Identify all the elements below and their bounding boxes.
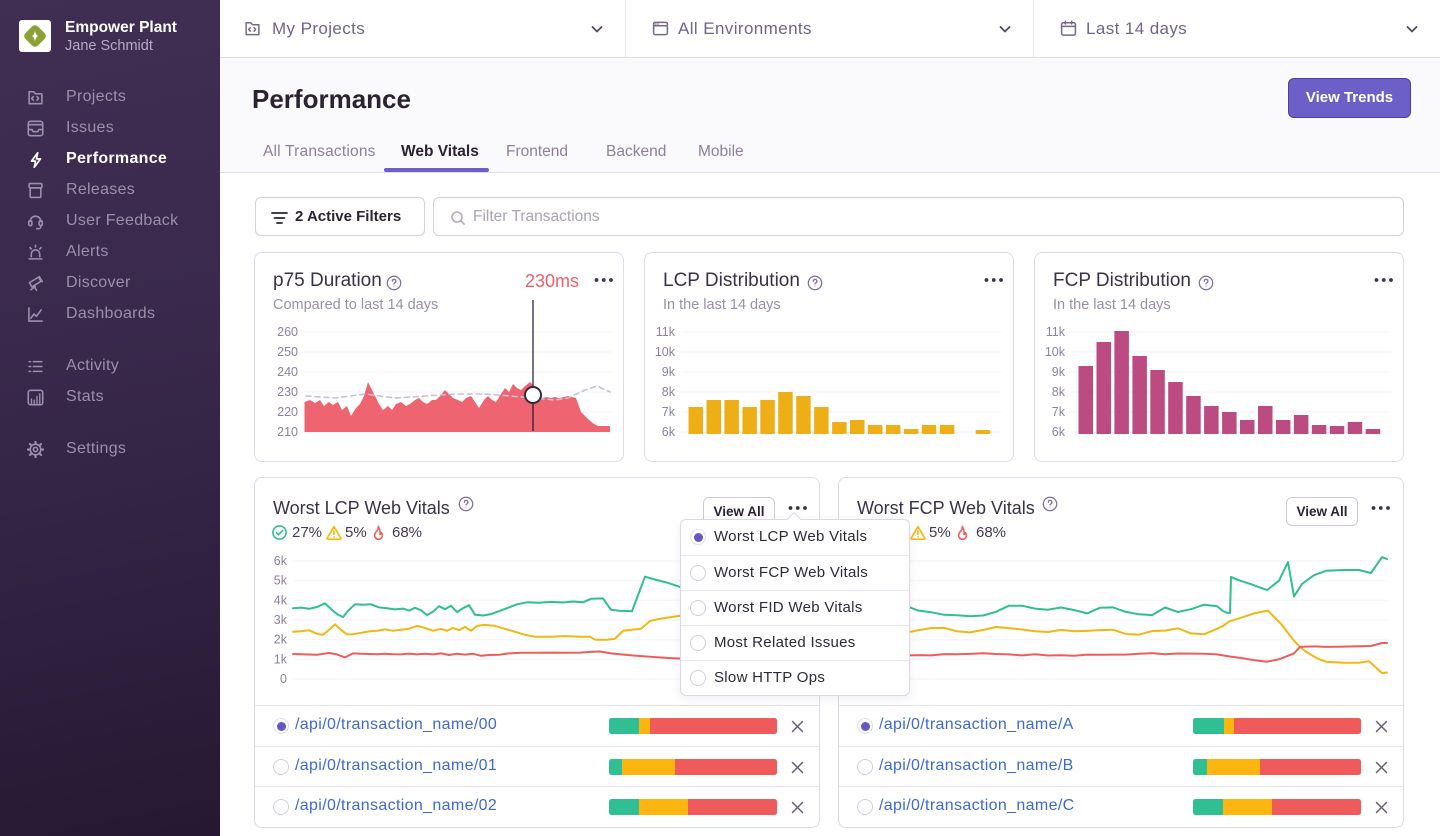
svg-text:10k: 10k — [655, 345, 676, 359]
svg-text:6k: 6k — [274, 554, 288, 568]
svg-text:240: 240 — [277, 365, 298, 379]
svg-text:11k: 11k — [1046, 325, 1066, 339]
svg-text:250: 250 — [277, 345, 298, 359]
svg-text:260: 260 — [277, 325, 298, 339]
svg-text:0: 0 — [280, 672, 287, 686]
svg-text:7k: 7k — [1052, 405, 1066, 419]
svg-text:9k: 9k — [662, 365, 676, 379]
svg-text:220: 220 — [277, 405, 298, 419]
svg-text:230: 230 — [277, 385, 298, 399]
svg-text:210: 210 — [277, 425, 298, 439]
svg-text:5k: 5k — [274, 574, 288, 588]
svg-text:3k: 3k — [274, 613, 288, 627]
svg-text:10k: 10k — [1045, 345, 1066, 359]
svg-text:9k: 9k — [1052, 365, 1066, 379]
svg-text:6k: 6k — [662, 425, 676, 439]
svg-text:8k: 8k — [1052, 385, 1066, 399]
svg-text:6k: 6k — [1052, 425, 1066, 439]
svg-text:7k: 7k — [662, 405, 676, 419]
svg-text:11k: 11k — [656, 325, 676, 339]
svg-text:1k: 1k — [274, 652, 288, 666]
svg-text:2k: 2k — [274, 633, 288, 647]
svg-text:8k: 8k — [662, 385, 676, 399]
svg-text:4k: 4k — [274, 593, 288, 607]
